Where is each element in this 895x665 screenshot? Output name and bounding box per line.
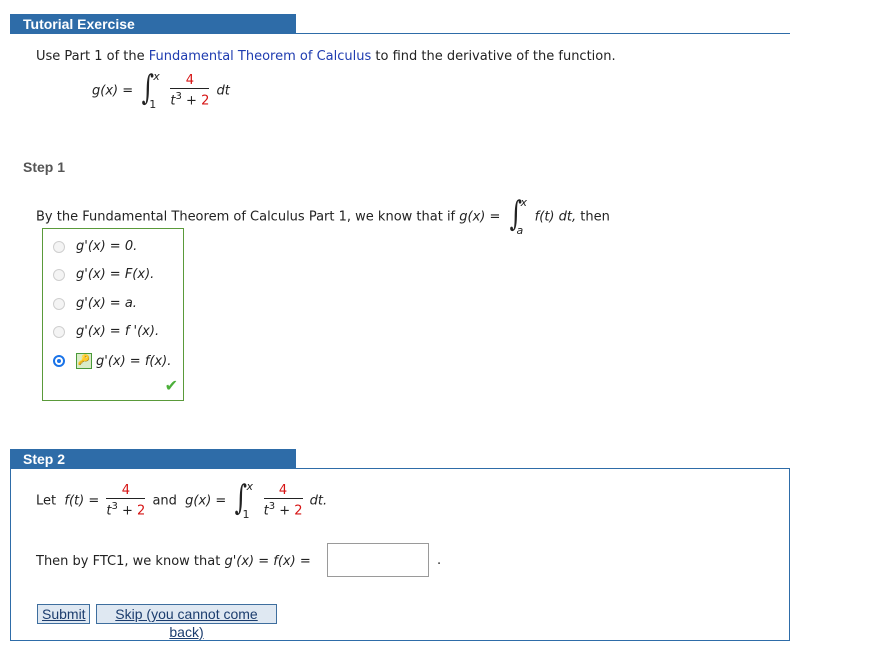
- g-fraction: 4 t3 + 2: [263, 483, 303, 519]
- step2-question: Then by FTC1, we know that g'(x) = f(x) …: [36, 554, 311, 569]
- ftc-link[interactable]: Fundamental Theorem of Calculus: [149, 49, 372, 64]
- intro-prefix: Use Part 1 of the: [36, 49, 149, 64]
- submit-button[interactable]: Submit: [37, 604, 90, 624]
- key-icon[interactable]: 🔑: [76, 353, 92, 369]
- header-rule: [296, 33, 790, 34]
- answer-input[interactable]: [327, 543, 429, 577]
- integral-sign: ∫ x 1: [141, 68, 160, 112]
- step2-definitions: Let f(t) = 4 t3 + 2 and g(x) = ∫ x 1 4 t3 …: [36, 478, 328, 522]
- step1-label: Step 1: [23, 159, 66, 175]
- radio-button[interactable]: [53, 325, 65, 338]
- dt: dt: [216, 83, 230, 99]
- skip-button[interactable]: Skip (you cannot come back): [96, 604, 277, 640]
- step1-choices: g'(x) = 0. g'(x) = F(x). g'(x) = a. g'(x…: [42, 228, 184, 401]
- choice-option[interactable]: g'(x) = f '(x).: [53, 324, 159, 339]
- numerator: 4: [170, 74, 210, 89]
- radio-button[interactable]: [53, 297, 65, 310]
- checkmark-icon: ✔: [164, 376, 178, 395]
- radio-button-selected[interactable]: [53, 355, 65, 367]
- radio-button[interactable]: [53, 240, 65, 253]
- function-lhs: g(x) =: [92, 83, 134, 99]
- intro-text: Use Part 1 of the Fundamental Theorem of…: [36, 49, 616, 64]
- tutorial-header: Tutorial Exercise: [10, 14, 296, 34]
- intro-suffix: to find the derivative of the function.: [371, 49, 616, 64]
- step2-header: Step 2: [10, 449, 296, 469]
- period: .: [437, 553, 442, 568]
- integrand-fraction: 4 t3 + 2: [170, 73, 210, 109]
- choice-option-selected[interactable]: 🔑 g'(x) = f(x).: [53, 353, 171, 369]
- radio-button[interactable]: [53, 268, 65, 281]
- choice-option[interactable]: g'(x) = 0.: [53, 239, 137, 254]
- function-expression: g(x) = ∫ x 1 4 t3 + 2 dt: [92, 68, 230, 112]
- choice-option[interactable]: g'(x) = F(x).: [53, 267, 154, 282]
- f-fraction: 4 t3 + 2: [106, 483, 146, 519]
- choice-option[interactable]: g'(x) = a.: [53, 296, 137, 311]
